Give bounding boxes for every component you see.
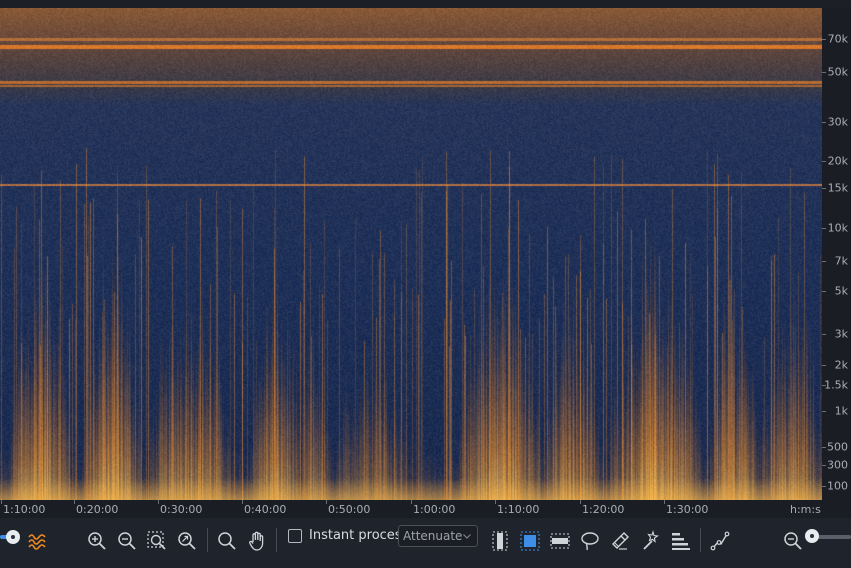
magnifier-icon xyxy=(218,532,236,550)
freq-tick-mark xyxy=(822,39,826,40)
frequency-axis[interactable]: 70k 50k 30k 20k 15k 10k 7k 5k 3k 2k 1.5k… xyxy=(822,8,851,500)
time-tick-label: 1:00:00 xyxy=(413,503,456,516)
time-tick-mark xyxy=(242,500,243,504)
lasso-icon xyxy=(581,532,599,551)
zoom-tool-button[interactable] xyxy=(214,528,240,554)
harmonic-bars-icon xyxy=(672,533,690,550)
time-tick-label: 0:50:00 xyxy=(328,503,371,516)
zoom-to-selection-button[interactable] xyxy=(144,528,170,554)
toolbar-separator xyxy=(207,528,208,552)
horizontal-zoom-out-button[interactable] xyxy=(780,528,806,554)
freq-tick-label: 2k xyxy=(834,358,848,372)
zoom-in-icon xyxy=(88,532,106,550)
zoom-out-button[interactable] xyxy=(114,528,140,554)
chevron-down-icon xyxy=(463,534,471,539)
bottom-toolbar: Instant process Attenuate xyxy=(0,518,851,568)
freq-tick-mark xyxy=(822,334,826,335)
time-tick-label: 1:10:00 xyxy=(3,503,46,516)
top-strip xyxy=(0,0,851,8)
process-mode-dropdown[interactable]: Attenuate xyxy=(398,525,478,547)
time-tick-mark xyxy=(326,500,327,504)
freq-tick-mark xyxy=(822,161,826,162)
freq-tick-mark xyxy=(822,465,826,466)
time-tick-mark xyxy=(580,500,581,504)
time-axis[interactable]: 1:10:00 0:20:00 0:30:00 0:40:00 0:50:00 … xyxy=(0,500,822,518)
freq-tick-mark xyxy=(822,291,826,292)
freq-tick-label: 50k xyxy=(827,65,848,79)
freq-tick-label: 10k xyxy=(827,221,848,235)
spectrogram-mode-button[interactable] xyxy=(24,528,50,554)
freq-tick-label: 5k xyxy=(834,284,848,298)
freq-tick-mark xyxy=(822,411,826,412)
time-selection-tool-button[interactable] xyxy=(487,528,513,554)
freq-tick-label: 1.5k xyxy=(824,378,848,392)
freq-tick-label: 3k xyxy=(834,327,848,341)
freq-tick-label: 30k xyxy=(827,115,848,129)
freq-tick-label: 20k xyxy=(827,154,848,168)
zoom-out-icon xyxy=(118,532,136,550)
axis-corner xyxy=(822,500,851,518)
time-unit-label: h:m:s xyxy=(790,503,821,516)
time-tick-mark xyxy=(74,500,75,504)
lasso-tool-button[interactable] xyxy=(577,528,603,554)
zoom-fit-icon xyxy=(178,532,196,550)
freq-tick-label: 100 xyxy=(827,479,848,493)
freq-tick-label: 70k xyxy=(827,32,848,46)
time-tick-label: 0:40:00 xyxy=(244,503,287,516)
freq-tick-mark xyxy=(822,228,826,229)
freq-tick-mark xyxy=(822,72,826,73)
envelope-tool-button[interactable] xyxy=(707,528,733,554)
freq-tick-mark xyxy=(822,188,826,189)
freq-tick-mark xyxy=(822,365,826,366)
zoom-out-icon xyxy=(784,532,802,550)
time-selection-icon xyxy=(492,531,508,551)
freq-tick-label: 1k xyxy=(834,404,848,418)
freq-tick-label: 15k xyxy=(827,181,848,195)
zoom-in-button[interactable] xyxy=(84,528,110,554)
instant-process-label[interactable]: Instant process xyxy=(309,528,408,543)
hand-tool-button[interactable] xyxy=(244,528,270,554)
zoom-fit-button[interactable] xyxy=(174,528,200,554)
time-tick-mark xyxy=(411,500,412,504)
hand-icon xyxy=(249,531,264,551)
gain-slider-handle[interactable] xyxy=(6,530,20,544)
harmonic-selection-tool-button[interactable] xyxy=(667,528,693,554)
toolbar-separator xyxy=(700,528,701,552)
time-tick-mark xyxy=(664,500,665,504)
time-tick-mark xyxy=(158,500,159,504)
process-mode-value: Attenuate xyxy=(403,529,463,543)
curve-nodes-icon xyxy=(710,531,730,551)
frequency-selection-icon xyxy=(550,533,570,549)
time-tick-label: 1:30:00 xyxy=(666,503,709,516)
freq-tick-mark xyxy=(822,122,826,123)
toolbar-separator xyxy=(276,528,277,552)
freq-tick-label: 300 xyxy=(827,458,848,472)
freq-tick-mark xyxy=(822,447,826,448)
time-tick-label: 0:30:00 xyxy=(160,503,203,516)
instant-process-checkbox[interactable] xyxy=(288,529,302,543)
freq-tick-mark xyxy=(822,261,826,262)
rectangle-selection-icon xyxy=(520,531,540,551)
brush-icon xyxy=(612,532,629,550)
freq-tick-label: 500 xyxy=(827,440,848,454)
magic-wand-tool-button[interactable] xyxy=(637,528,663,554)
rectangle-selection-tool-button[interactable] xyxy=(517,528,543,554)
zoom-selection-icon xyxy=(147,531,166,550)
freq-tick-mark xyxy=(822,486,826,487)
freq-tick-label: 7k xyxy=(834,254,848,268)
time-tick-mark xyxy=(1,500,2,504)
time-tick-mark xyxy=(495,500,496,504)
frequency-selection-tool-button[interactable] xyxy=(547,528,573,554)
magic-wand-icon xyxy=(643,530,660,550)
time-tick-label: 1:20:00 xyxy=(582,503,625,516)
waveform-spectrum-icon xyxy=(28,534,46,550)
brush-tool-button[interactable] xyxy=(607,528,633,554)
zoom-slider-handle[interactable] xyxy=(805,529,819,543)
spectrogram-view[interactable] xyxy=(0,8,822,500)
time-tick-label: 1:10:00 xyxy=(497,503,540,516)
time-tick-label: 0:20:00 xyxy=(76,503,119,516)
